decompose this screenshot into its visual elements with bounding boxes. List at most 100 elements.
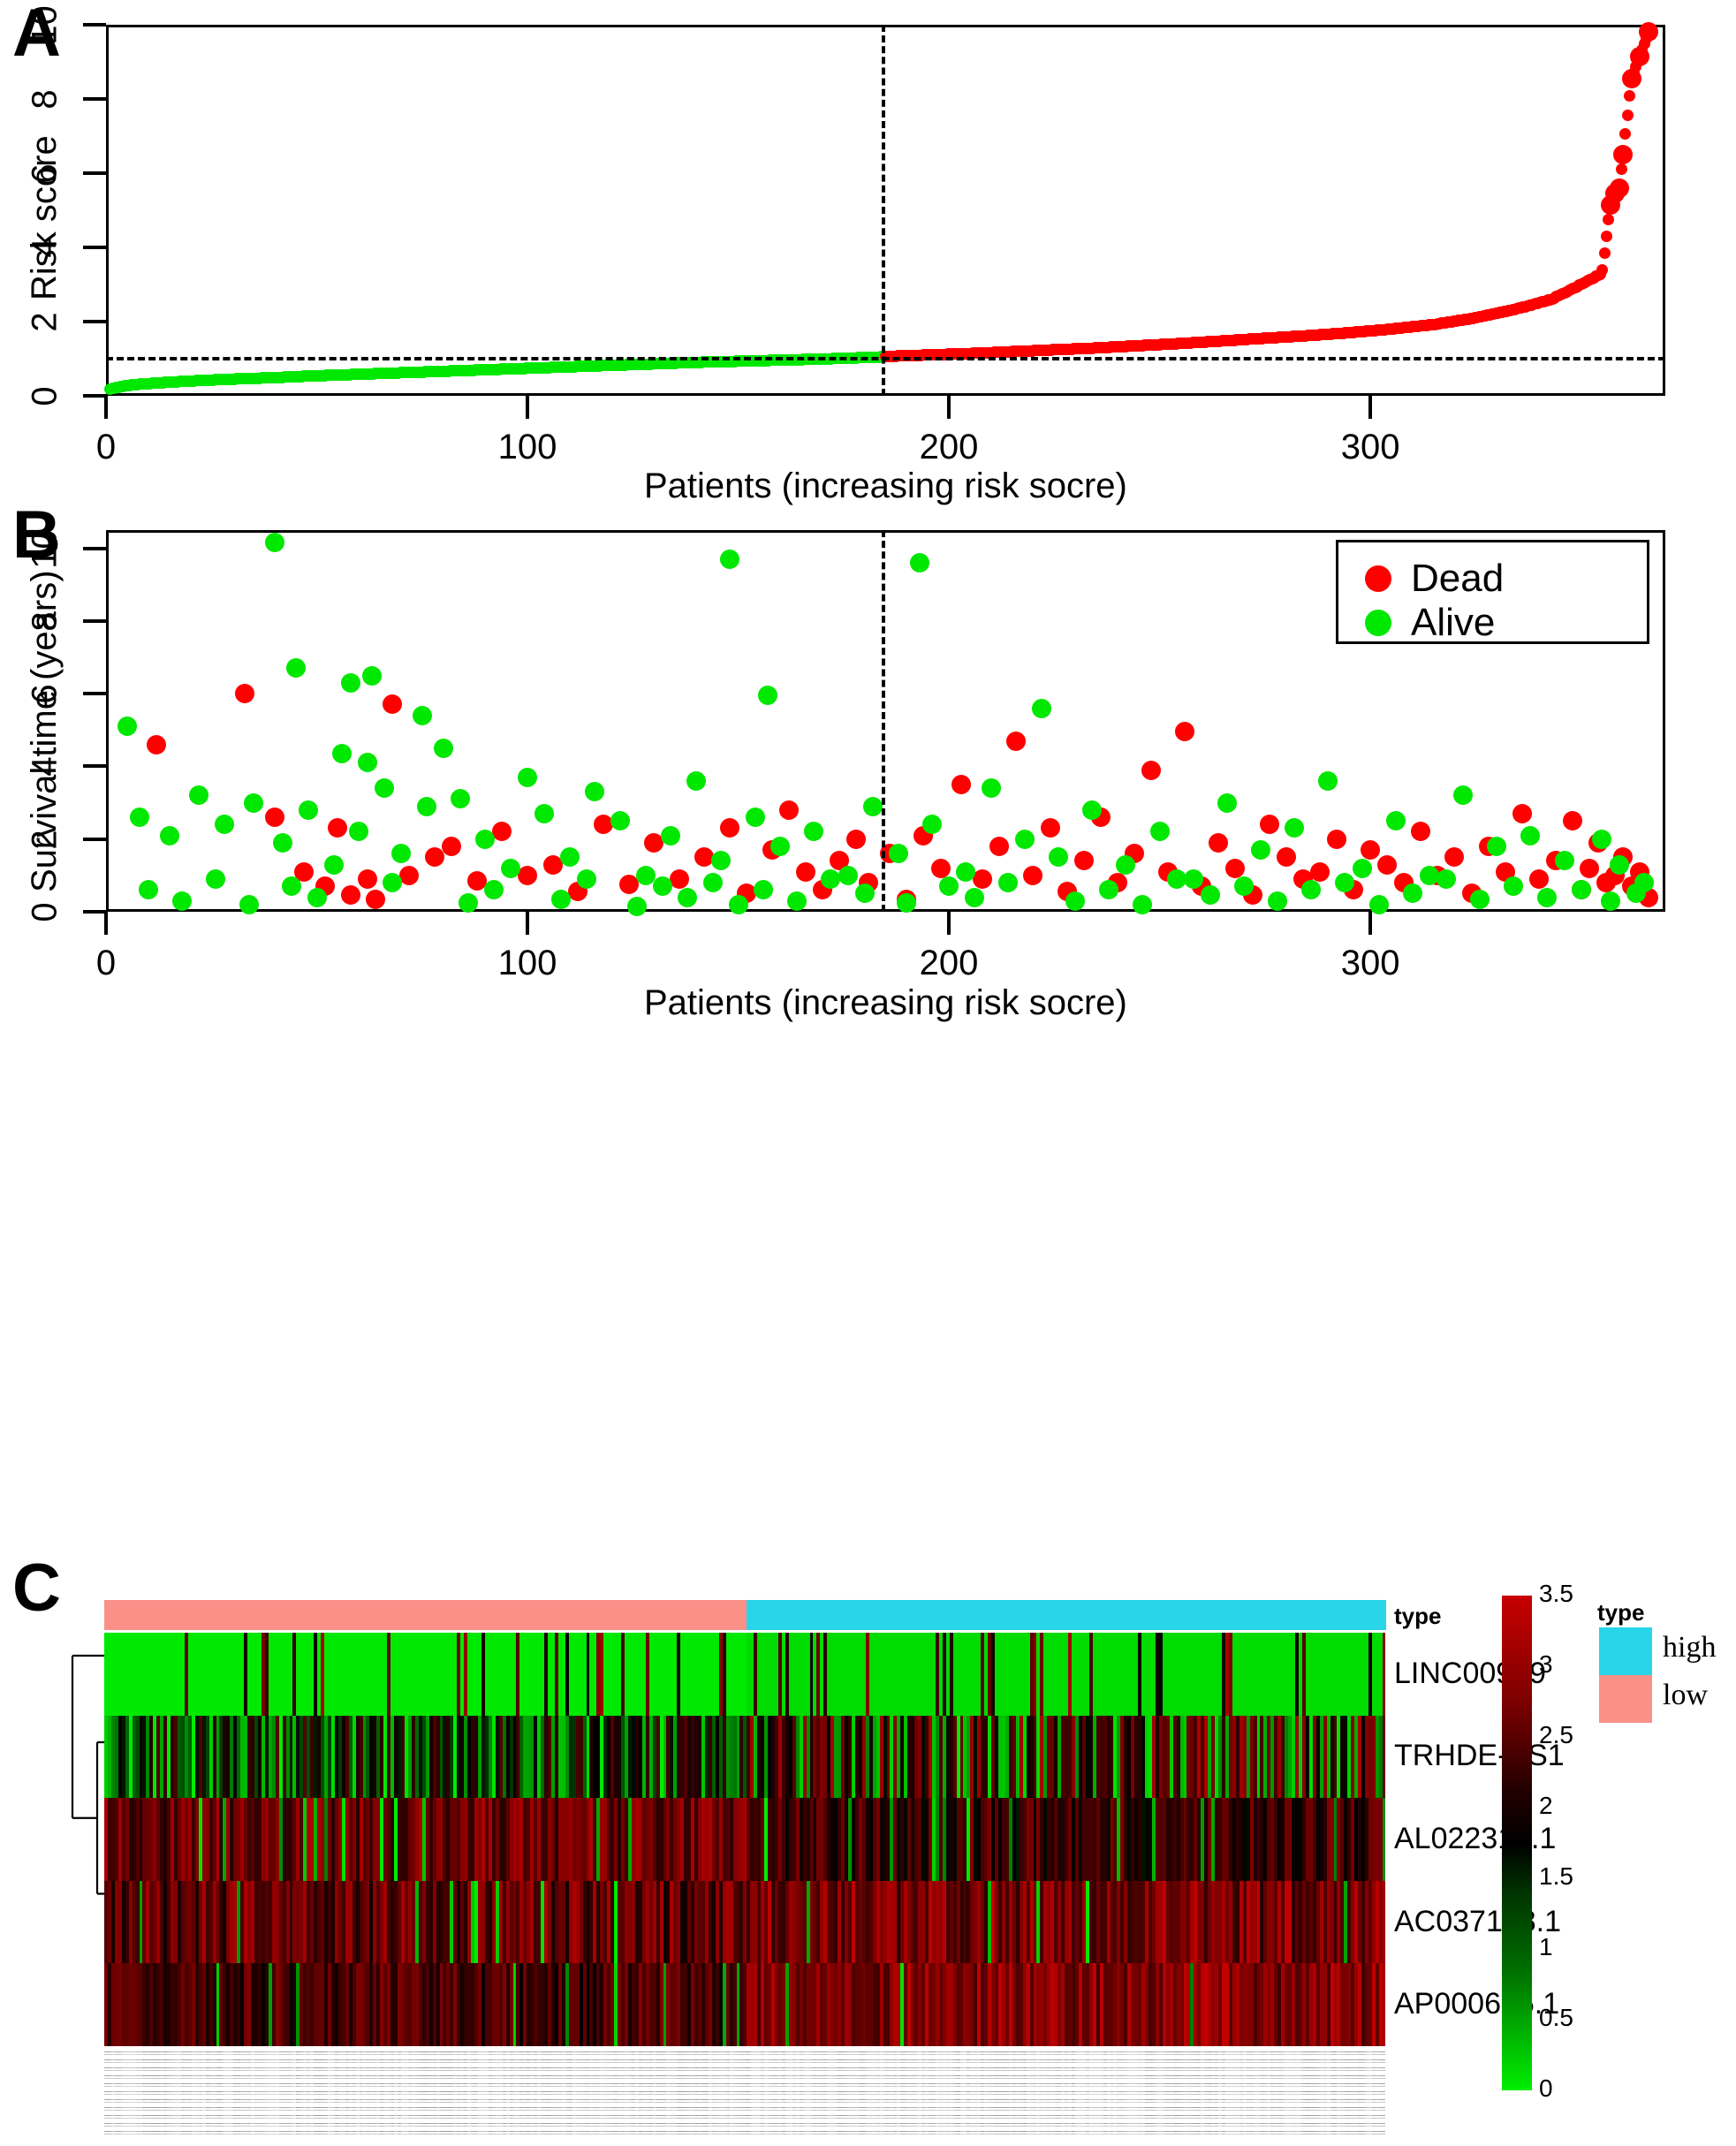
- panel-b-point-alive: [678, 887, 698, 907]
- panel-a-y-tick: [83, 320, 106, 323]
- panel-b-point-alive: [332, 744, 353, 764]
- panel-a-y-tick: [83, 394, 106, 398]
- panel-b-point-alive: [1065, 891, 1086, 911]
- panel-b-point-alive: [450, 789, 470, 809]
- panel-b-y-tick-label: 0: [25, 902, 64, 922]
- panel-b-point-alive: [576, 868, 596, 889]
- panel-b-risk-cutoff-vline: [881, 530, 885, 912]
- panel-c-colorbar-tick-label: 3: [1539, 1650, 1553, 1678]
- panel-b-point-dead: [846, 829, 867, 849]
- panel-a-x-tick-label: 100: [497, 428, 557, 466]
- panel-b-point-dead: [1209, 832, 1229, 853]
- panel-b-point-alive: [323, 854, 344, 875]
- panel-b-point-alive: [551, 889, 572, 909]
- panel-b-point-dead: [147, 734, 167, 755]
- panel-b-point-alive: [838, 865, 858, 885]
- panel-c-legend-label-low: low: [1663, 1679, 1708, 1711]
- panel-b-point-alive: [610, 811, 630, 831]
- figure-root: A Risk score 0 2 4 6 8 10 0 100 200 300 Patients…: [0, 0, 1736, 2146]
- panel-c-heatmap: [104, 1633, 1385, 2046]
- panel-b-point-dead: [1141, 760, 1162, 780]
- panel-b-point-dead: [778, 800, 799, 820]
- panel-c-colorbar-tick-label: 2.5: [1539, 1721, 1573, 1748]
- panel-b-point-alive: [1149, 822, 1170, 842]
- panel-a-x-tick-label: 300: [1340, 428, 1400, 466]
- panel-c-type-annotation-bar: [104, 1600, 1386, 1630]
- legend-dot-dead: [1365, 565, 1391, 592]
- panel-a-point-high-outlier: [1609, 178, 1629, 198]
- panel-b-y-tick: [83, 692, 106, 696]
- panel-b-y-tick: [83, 764, 106, 769]
- panel-b-x-tick: [947, 912, 951, 935]
- panel-b-point-alive: [981, 778, 1001, 799]
- panel-b-point-alive: [1352, 858, 1372, 878]
- panel-b-point-alive: [1537, 887, 1558, 907]
- panel-b-point-dead: [1361, 840, 1381, 861]
- panel-c-heatmap-row: [104, 1880, 1385, 1964]
- panel-a-y-tick: [83, 171, 106, 175]
- panel-b-point-alive: [374, 778, 394, 799]
- panel-b-point-alive: [239, 894, 260, 914]
- panel-b-x-tick-label: 100: [497, 944, 557, 982]
- panel-b-point-dead: [1377, 854, 1398, 875]
- panel-b-point-alive: [1592, 829, 1612, 849]
- panel-b-point-dead: [795, 861, 815, 882]
- panel-b-point-alive: [1217, 792, 1237, 813]
- panel-a-point-high-outlier: [1630, 46, 1650, 66]
- panel-a-y-tick: [83, 246, 106, 249]
- panel-b-point-alive: [997, 873, 1018, 893]
- panel-b-point-dead: [1580, 858, 1600, 878]
- panel-c-heatmap-row: [104, 1963, 1385, 2046]
- panel-b-point-alive: [627, 896, 648, 916]
- panel-b-point-alive: [307, 887, 327, 907]
- panel-b-point-alive: [702, 873, 723, 893]
- panel-b-point-dead: [1512, 803, 1532, 823]
- panel-b-point-alive: [1082, 800, 1103, 820]
- legend-label-dead: Dead: [1411, 557, 1505, 600]
- panel-b-point-dead: [264, 808, 284, 828]
- panel-b-point-alive: [1609, 854, 1629, 875]
- panel-c-heatmap-row: [104, 1633, 1385, 1716]
- panel-b-point-alive: [1470, 889, 1490, 909]
- panel-b-point-dead: [442, 836, 462, 856]
- panel-b-point-dead: [357, 868, 377, 889]
- panel-c-heatmap-cell: [1382, 1963, 1385, 2046]
- panel-a-point-high: [1603, 213, 1615, 225]
- panel-b-point-dead: [1309, 861, 1330, 882]
- panel-a-risk-cutoff-vline: [881, 25, 885, 396]
- panel-c-colorbar-tick-label: 0.5: [1539, 2004, 1573, 2031]
- panel-b-point-alive: [909, 553, 929, 573]
- panel-b-point-alive: [1268, 891, 1288, 911]
- panel-b-point-alive: [281, 876, 301, 897]
- panel-b-point-alive: [483, 880, 504, 900]
- panel-b-y-tick: [83, 546, 106, 550]
- panel-b-point-alive: [1183, 868, 1203, 889]
- panel-b-point-alive: [1014, 829, 1035, 849]
- panel-a-x-axis-title: Patients (increasing risk socre): [644, 466, 1127, 505]
- panel-b-point-dead: [340, 885, 360, 906]
- panel-b-point-dead: [1259, 815, 1279, 835]
- panel-b-point-alive: [854, 883, 875, 904]
- panel-b-point-alive: [888, 844, 908, 864]
- legend-item-alive: Alive: [1365, 601, 1495, 645]
- panel-a-point-high: [1621, 109, 1634, 121]
- panel-b-y-tick: [83, 618, 106, 623]
- panel-a-y-tick-label: 2: [25, 312, 64, 332]
- panel-a-x-tick: [947, 396, 951, 419]
- panel-c-heatmap-row: [104, 1715, 1385, 1799]
- panel-b-point-alive: [635, 865, 656, 885]
- panel-a-x-tick: [104, 396, 108, 419]
- panel-c-colorbar-tick-label: 1: [1539, 1933, 1553, 1960]
- panel-b-y-tick-label: 2: [25, 830, 64, 850]
- panel-b-point-alive: [720, 549, 739, 569]
- panel-b-point-alive: [1600, 891, 1620, 911]
- panel-b-point-alive: [1554, 851, 1574, 871]
- panel-b-y-tick: [83, 910, 106, 914]
- panel-b-point-alive: [390, 844, 411, 864]
- panel-b-point-alive: [273, 832, 293, 853]
- panel-b-point-alive: [956, 861, 976, 882]
- panel-b-point-alive: [214, 815, 234, 835]
- panel-c-annotation-title: type: [1394, 1603, 1442, 1629]
- panel-b-x-tick: [104, 912, 108, 935]
- panel-c-heatmap-cell: [1382, 1880, 1385, 1964]
